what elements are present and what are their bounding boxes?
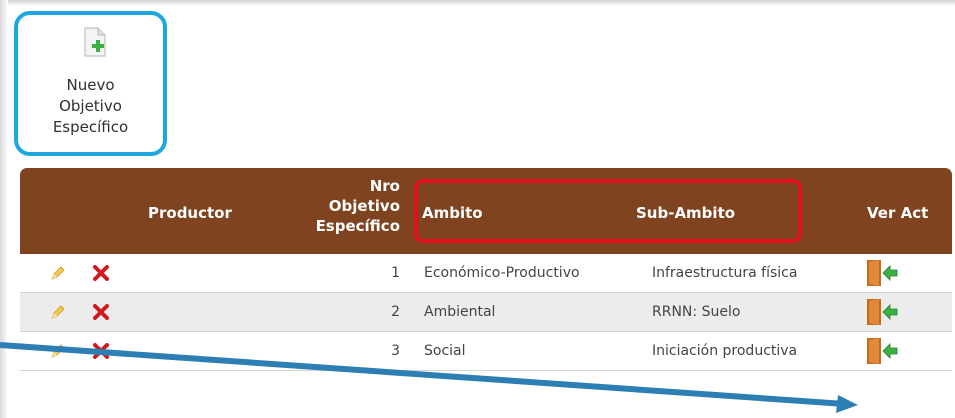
ambito-highlight-box xyxy=(414,179,802,243)
edit-button[interactable] xyxy=(50,254,65,292)
header-nro-objetivo[interactable]: Nro Objetivo Específico xyxy=(282,176,400,236)
door-exit-icon xyxy=(867,338,898,364)
view-activities-button[interactable] xyxy=(865,332,901,370)
cell-ambito: Ambiental xyxy=(424,304,496,320)
delete-x-icon xyxy=(93,265,109,281)
new-button-label: Nuevo Objetivo Específico xyxy=(52,76,129,136)
header-productor[interactable]: Productor xyxy=(148,203,232,223)
cell-sub-ambito: RRNN: Suelo xyxy=(652,304,741,320)
window-shadow-left xyxy=(0,0,8,418)
table-row: 2 Ambiental RRNN: Suelo xyxy=(20,293,952,332)
pencil-icon xyxy=(51,344,65,358)
header-ver-act[interactable]: Ver Act xyxy=(867,203,928,223)
delete-button[interactable] xyxy=(93,332,109,370)
table-header: Productor Nro Objetivo Específico Ambito… xyxy=(20,168,952,254)
cell-ambito: Económico-Productivo xyxy=(424,265,580,281)
cell-sub-ambito: Infraestructura física xyxy=(652,265,798,281)
pencil-icon xyxy=(51,305,65,319)
table-row: 3 Social Iniciación productiva xyxy=(20,332,952,371)
new-specific-objective-button[interactable]: Nuevo Objetivo Específico xyxy=(14,11,167,156)
delete-x-icon xyxy=(93,343,109,359)
window-shadow-top xyxy=(0,0,955,6)
pencil-icon xyxy=(51,266,65,280)
cell-nro: 2 xyxy=(391,304,400,320)
door-exit-icon xyxy=(867,260,898,286)
cell-nro: 1 xyxy=(391,265,400,281)
table-row: 1 Económico-Productivo Infraestructura f… xyxy=(20,254,952,293)
door-exit-icon xyxy=(867,299,898,325)
view-activities-button[interactable] xyxy=(865,293,901,331)
delete-button[interactable] xyxy=(93,293,109,331)
view-activities-button[interactable] xyxy=(865,254,901,292)
cell-ambito: Social xyxy=(424,343,466,359)
new-document-icon xyxy=(84,27,106,57)
cell-sub-ambito: Iniciación productiva xyxy=(652,343,798,359)
edit-button[interactable] xyxy=(50,332,65,370)
objectives-table: Productor Nro Objetivo Específico Ambito… xyxy=(20,168,952,371)
delete-button[interactable] xyxy=(93,254,109,292)
cell-nro: 3 xyxy=(391,343,400,359)
edit-button[interactable] xyxy=(50,293,65,331)
delete-x-icon xyxy=(93,304,109,320)
